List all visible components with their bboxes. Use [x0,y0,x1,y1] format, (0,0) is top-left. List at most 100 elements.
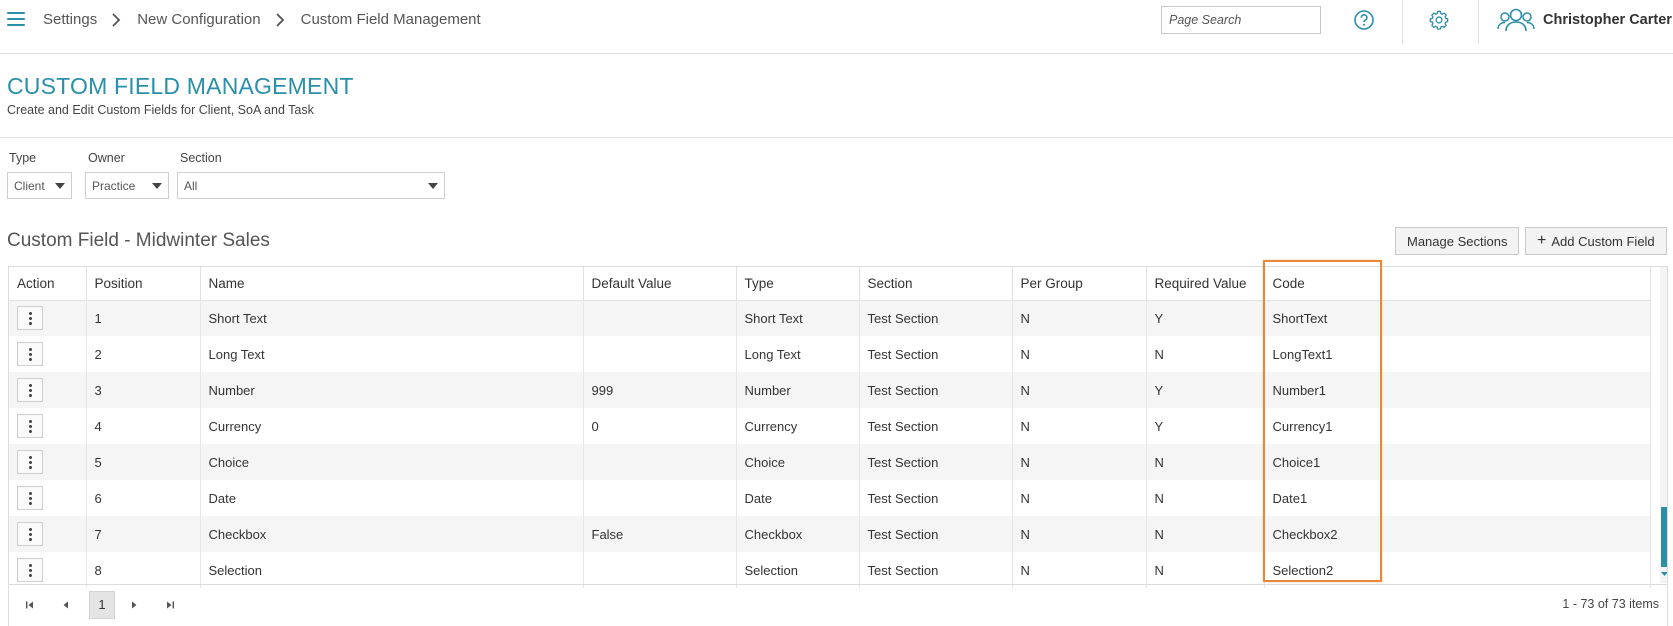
column-header-default-value[interactable]: Default Value [583,267,737,301]
table-header-row: Action Position Name Default Value Type … [9,267,1651,301]
column-header-action[interactable]: Action [9,267,87,301]
required-value-cell: Y [1146,372,1265,408]
type-cell: Selection [736,552,860,588]
kebab-icon[interactable] [17,342,43,366]
position-cell: 5 [86,444,201,480]
kebab-icon[interactable] [17,414,43,438]
kebab-icon[interactable] [17,558,43,582]
default-value-cell [583,480,737,516]
position-cell: 1 [86,300,201,336]
per-group-cell: N [1012,300,1147,336]
name-cell: Selection [200,552,584,588]
column-header-name[interactable]: Name [200,267,584,301]
column-header-required-value[interactable]: Required Value [1146,267,1265,301]
per-group-cell: N [1012,336,1147,372]
table-row[interactable]: 6 Date Date Test Section N N Date1 [9,480,1651,516]
default-value-cell [583,336,737,372]
required-value-cell: N [1146,336,1265,372]
column-header-type[interactable]: Type [736,267,860,301]
required-value-cell: N [1146,516,1265,552]
breadcrumb-settings[interactable]: Settings [43,11,97,28]
type-filter-select[interactable]: Client [7,172,72,199]
prev-page-icon[interactable] [55,594,77,616]
kebab-icon[interactable] [17,450,43,474]
code-cell: Checkbox2 [1264,516,1651,552]
column-header-per-group[interactable]: Per Group [1012,267,1147,301]
position-cell: 2 [86,336,201,372]
column-header-code[interactable]: Code [1264,267,1651,301]
required-value-cell: N [1146,552,1265,588]
action-cell [9,336,87,372]
type-cell: Number [736,372,860,408]
scrollbar-thumb[interactable] [1661,507,1667,567]
position-cell: 6 [86,480,201,516]
type-cell: Choice [736,444,860,480]
section-filter-select[interactable]: All [177,172,445,199]
kebab-icon[interactable] [17,522,43,546]
chevron-right-icon [275,12,284,27]
default-value-cell: 999 [583,372,737,408]
section-cell: Test Section [859,372,1013,408]
hamburger-icon[interactable] [7,12,25,28]
action-cell [9,516,87,552]
default-value-cell [583,300,737,336]
kebab-icon[interactable] [17,306,43,331]
section-cell: Test Section [859,336,1013,372]
action-cell [9,444,87,480]
help-icon[interactable] [1353,9,1375,31]
custom-field-grid: Action Position Name Default Value Type … [8,266,1668,626]
section-filter-value: All [184,178,198,193]
pager-info: 1 - 73 of 73 items [1562,597,1659,611]
position-cell: 7 [86,516,201,552]
column-header-section[interactable]: Section [859,267,1013,301]
default-value-cell [583,552,737,588]
name-cell: Checkbox [200,516,584,552]
table-row[interactable]: 5 Choice Choice Test Section N N Choice1 [9,444,1651,480]
table-row[interactable]: 8 Selection Selection Test Section N N S… [9,552,1651,588]
action-cell [9,372,87,408]
owner-filter-label: Owner [88,151,125,165]
plus-icon: + [1537,232,1547,249]
column-header-position[interactable]: Position [86,267,201,301]
kebab-icon[interactable] [17,378,43,402]
add-custom-field-button[interactable]: + Add Custom Field [1525,227,1667,255]
gear-icon[interactable] [1428,9,1450,31]
type-cell: Currency [736,408,860,444]
name-cell: Long Text [200,336,584,372]
code-cell: Currency1 [1264,408,1651,444]
type-filter-label: Type [9,151,37,165]
chevron-down-icon [55,182,65,189]
per-group-cell: N [1012,372,1147,408]
page-number-current[interactable]: 1 [89,590,115,619]
last-page-icon[interactable] [159,594,181,616]
next-page-icon[interactable] [123,594,145,616]
required-value-cell: N [1146,444,1265,480]
kebab-icon[interactable] [17,486,43,510]
scroll-down-arrow-icon[interactable] [1660,569,1668,579]
section-filter-label: Section [180,151,222,165]
manage-sections-button[interactable]: Manage Sections [1395,227,1520,255]
user-menu[interactable]: Christopher Carter [1497,7,1672,33]
page-subtitle: Create and Edit Custom Fields for Client… [7,103,314,117]
per-group-cell: N [1012,444,1147,480]
code-cell: LongText1 [1264,336,1651,372]
page-search-input[interactable] [1161,6,1321,34]
owner-filter-select[interactable]: Practice [85,172,169,199]
type-cell: Date [736,480,860,516]
default-value-cell: 0 [583,408,737,444]
section-cell: Test Section [859,408,1013,444]
section-cell: Test Section [859,480,1013,516]
name-cell: Number [200,372,584,408]
table-row[interactable]: 2 Long Text Long Text Test Section N N L… [9,336,1651,372]
table-row[interactable]: 1 Short Text Short Text Test Section N Y… [9,300,1651,336]
type-cell: Short Text [736,300,860,336]
table-row[interactable]: 4 Currency 0 Currency Test Section N Y C… [9,408,1651,444]
default-value-cell [583,444,737,480]
breadcrumb-new-configuration[interactable]: New Configuration [137,11,260,28]
required-value-cell: Y [1146,408,1265,444]
first-page-icon[interactable] [19,594,41,616]
code-cell: ShortText [1264,300,1651,336]
table-row[interactable]: 3 Number 999 Number Test Section N Y Num… [9,372,1651,408]
table-row[interactable]: 7 Checkbox False Checkbox Test Section N… [9,516,1651,552]
divider [0,137,1673,138]
